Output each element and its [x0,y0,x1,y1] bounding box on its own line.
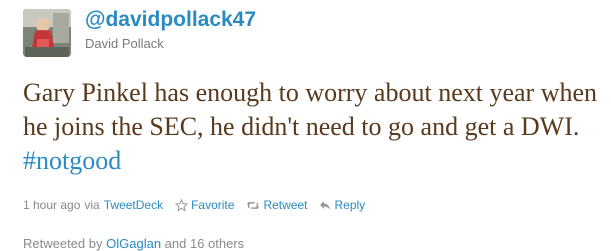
author-name: David Pollack [85,36,164,51]
retweeted-user-link[interactable]: OlGaglan [106,236,161,251]
via-label: via [84,198,100,212]
timestamp-link[interactable]: 1 hour ago [23,198,80,212]
favorite-button[interactable]: Favorite [175,198,234,212]
tweet-meta: 1 hour ago via TweetDeck Favorite Retwee… [23,197,365,213]
retweet-button[interactable]: Retweet [246,198,307,212]
avatar-photo [23,9,71,57]
avatar[interactable] [23,9,71,57]
reply-button[interactable]: Reply [319,198,365,212]
hashtag-link[interactable]: #notgood [23,146,121,175]
retweeted-by: Retweeted by OlGaglan and 16 others [23,236,244,251]
favorite-label[interactable]: Favorite [191,198,234,212]
reply-label[interactable]: Reply [334,198,365,212]
tweet-text: Gary Pinkel has enough to worry about ne… [23,76,608,178]
tweet-body: Gary Pinkel has enough to worry about ne… [23,78,598,141]
retweet-label[interactable]: Retweet [263,198,307,212]
reply-icon [320,200,331,210]
client-link[interactable]: TweetDeck [104,198,163,212]
retweet-icon [247,201,260,209]
retweeted-suffix: and 16 others [164,236,245,251]
star-icon [175,198,189,212]
author-handle[interactable]: @davidpollack47 [85,8,256,32]
retweeted-prefix: Retweeted by [23,236,103,251]
tweet-card: @davidpollack47 David Pollack Gary Pinke… [0,0,611,251]
